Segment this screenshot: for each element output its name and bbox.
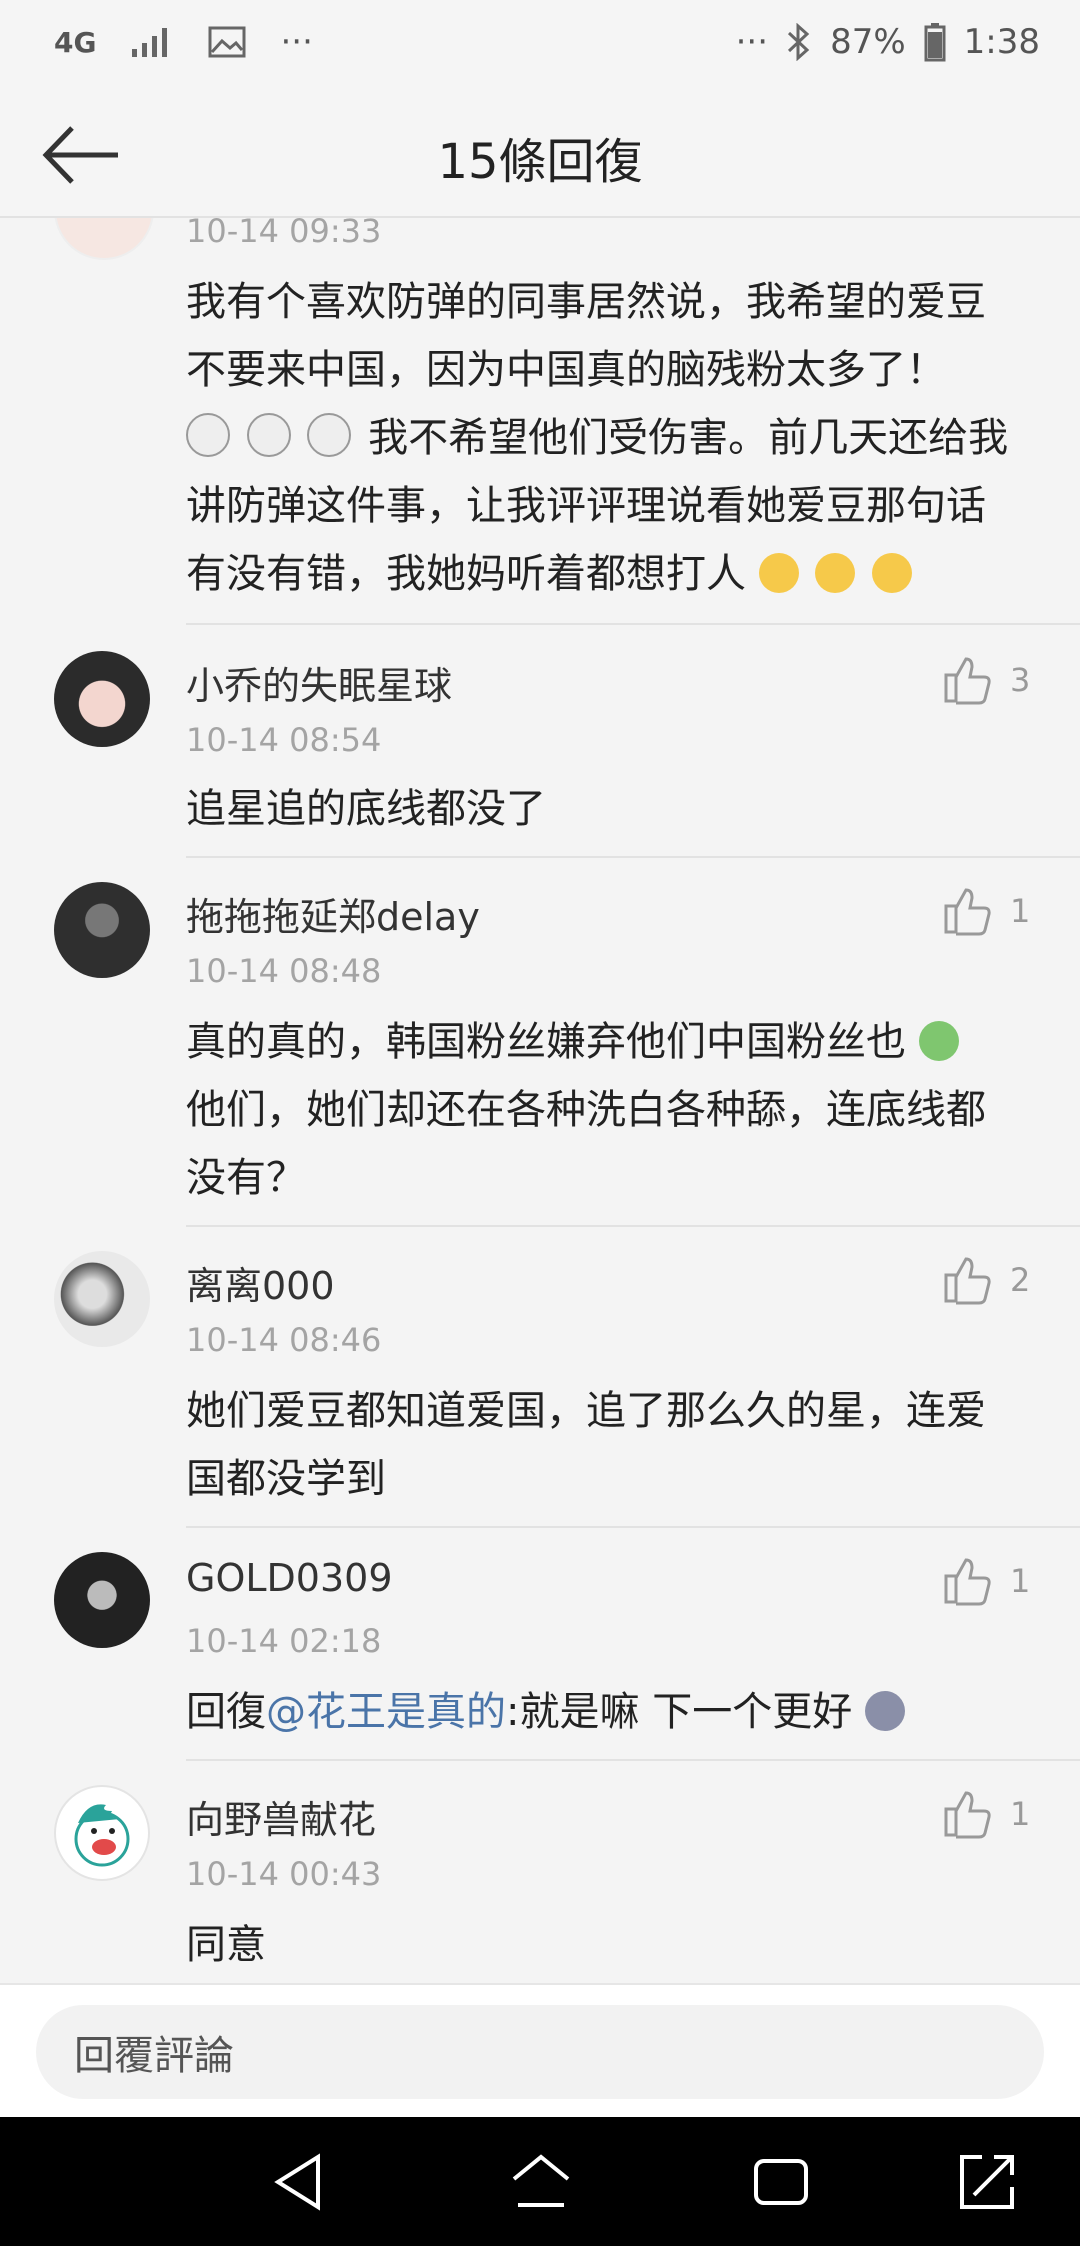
- reply-text-line: 国都没学到: [186, 1456, 386, 1502]
- thumbs-up-icon[interactable]: [940, 653, 992, 705]
- like-count: 1: [1010, 1562, 1031, 1600]
- status-right-group: ··· 87% 1:38: [736, 22, 1040, 62]
- image-notification-icon: [208, 26, 246, 58]
- hand-gesture-emoji-icon: [307, 413, 352, 457]
- reply-text[interactable]: 回復@花王是真的:就是嘛 下一个更好: [186, 1678, 1046, 1746]
- battery-icon: [924, 23, 946, 62]
- reply-text-line-with-emoji: 我不希望他们受伤害。前几天还给我: [186, 404, 1046, 472]
- reply-text-line-with-emoji: 有没有错，我她妈听着都想打人: [186, 540, 1046, 608]
- status-bar: 4G ··· ··· 87% 1:38: [0, 0, 1080, 90]
- signal-icon: [132, 28, 168, 57]
- reply-time: 10-14 08:46: [186, 1321, 382, 1359]
- status-left-group: 4G ···: [54, 22, 313, 62]
- reply-username[interactable]: 小乔的失眠星球: [186, 655, 452, 710]
- thumbs-up-icon[interactable]: [940, 1253, 992, 1305]
- divider: [186, 623, 1080, 625]
- reply-username[interactable]: 向野兽献花: [186, 1789, 376, 1844]
- reply-text-segment: 有没有错，我她妈听着都想打人: [186, 551, 746, 597]
- dog-face-emoji-icon: [864, 1691, 905, 1731]
- more-status: ···: [735, 22, 769, 62]
- divider: [186, 856, 1080, 858]
- reply-time: 10-14 02:18: [186, 1622, 382, 1660]
- clock: 1:38: [963, 22, 1040, 62]
- avatar[interactable]: [54, 882, 150, 978]
- reply-text-segment: 真的真的，韩国粉丝嫌弃他们中国粉丝也: [186, 1019, 906, 1065]
- reply-time: 10-14 00:43: [186, 1855, 382, 1893]
- reply-text-line: 不要来中国，因为中国真的脑残粉太多了！: [186, 347, 946, 393]
- reply-username[interactable]: GOLD0309: [186, 1556, 393, 1600]
- reply-text[interactable]: 同意: [186, 1911, 1046, 1979]
- thumbs-up-icon[interactable]: [940, 884, 992, 936]
- battery-percent: 87%: [830, 22, 906, 62]
- like-count: 3: [1010, 661, 1031, 699]
- reply-text-line: 讲防弹这件事，让我评评理说看她爱豆那句话: [186, 483, 986, 529]
- divider: [186, 1759, 1080, 1761]
- home-icon[interactable]: [508, 2149, 574, 2215]
- reply-username[interactable]: 离离000: [186, 1255, 335, 1310]
- avatar[interactable]: [54, 1552, 150, 1648]
- cartoon-avatar-icon: [74, 1804, 130, 1867]
- reply-prefix: 回復: [186, 1689, 266, 1735]
- reply-username[interactable]: 拖拖拖延郑delay: [186, 886, 480, 941]
- avatar[interactable]: [54, 651, 150, 747]
- reply-text-line: 我有个喜欢防弹的同事居然说，我希望的爱豆: [186, 279, 986, 325]
- reply-text[interactable]: 追星追的底线都没了: [186, 775, 1046, 843]
- divider: [186, 1225, 1080, 1227]
- thumbs-up-icon[interactable]: [940, 1554, 992, 1606]
- reply-input-placeholder: 回覆評論: [74, 2033, 234, 2079]
- back-triangle-icon[interactable]: [268, 2149, 334, 2215]
- network-type: 4G: [54, 25, 97, 59]
- shrug-emoji-icon: [815, 553, 856, 593]
- nauseated-face-emoji-icon: [918, 1021, 959, 1061]
- like-count: 2: [1010, 1261, 1031, 1299]
- reply-text-line: 没有？: [186, 1155, 306, 1201]
- bluetooth-icon: [788, 23, 810, 61]
- reply-time: 10-14 08:48: [186, 952, 382, 990]
- expand-icon[interactable]: [954, 2149, 1020, 2215]
- hand-gesture-emoji-icon: [246, 413, 291, 457]
- more-notifications: ···: [280, 22, 313, 62]
- page-title: 15條回復: [437, 134, 643, 190]
- app-header: 15條回復: [0, 90, 1080, 218]
- reply-text-line-with-emoji: 真的真的，韩国粉丝嫌弃他们中国粉丝也: [186, 1008, 1046, 1076]
- recent-apps-icon[interactable]: [748, 2149, 814, 2215]
- avatar[interactable]: [54, 1251, 150, 1347]
- reply-text-line: 他们，她们却还在各种洗白各种舔，连底线都: [186, 1087, 986, 1133]
- system-nav-bar: [0, 2117, 1080, 2246]
- hand-gesture-emoji-icon: [186, 413, 230, 457]
- shrug-emoji-icon: [872, 553, 913, 593]
- like-count: 1: [1010, 1795, 1031, 1833]
- reply-text-segment: :就是嘛 下一个更好: [506, 1689, 853, 1735]
- reply-time: 10-14 09:33: [186, 218, 382, 250]
- reply-text[interactable]: 她们爱豆都知道爱国，追了那么久的星，连爱 国都没学到: [186, 1377, 1046, 1513]
- reply-text-segment: 我不希望他们受伤害。前几天还给我: [368, 415, 1009, 461]
- reply-text-line: 她们爱豆都知道爱国，追了那么久的星，连爱: [186, 1388, 986, 1434]
- like-count: 1: [1010, 892, 1031, 930]
- mention-link[interactable]: @花王是真的: [266, 1689, 506, 1735]
- avatar[interactable]: [54, 1785, 150, 1881]
- reply-time: 10-14 08:54: [186, 721, 382, 759]
- avatar[interactable]: [54, 218, 154, 260]
- reply-composer: 回覆評論: [0, 1983, 1080, 2119]
- thumbs-up-icon[interactable]: [940, 1787, 992, 1839]
- reply-input[interactable]: 回覆評論: [36, 2005, 1044, 2099]
- shrug-emoji-icon: [758, 553, 799, 593]
- reply-list[interactable]: 10-14 09:33 我有个喜欢防弹的同事居然说，我希望的爱豆 不要来中国，因…: [0, 218, 1080, 1983]
- divider: [186, 1526, 1080, 1528]
- reply-text[interactable]: 真的真的，韩国粉丝嫌弃他们中国粉丝也 他们，她们却还在各种洗白各种舔，连底线都 …: [186, 1008, 1046, 1212]
- reply-text[interactable]: 我有个喜欢防弹的同事居然说，我希望的爱豆 不要来中国，因为中国真的脑残粉太多了！…: [186, 268, 1046, 608]
